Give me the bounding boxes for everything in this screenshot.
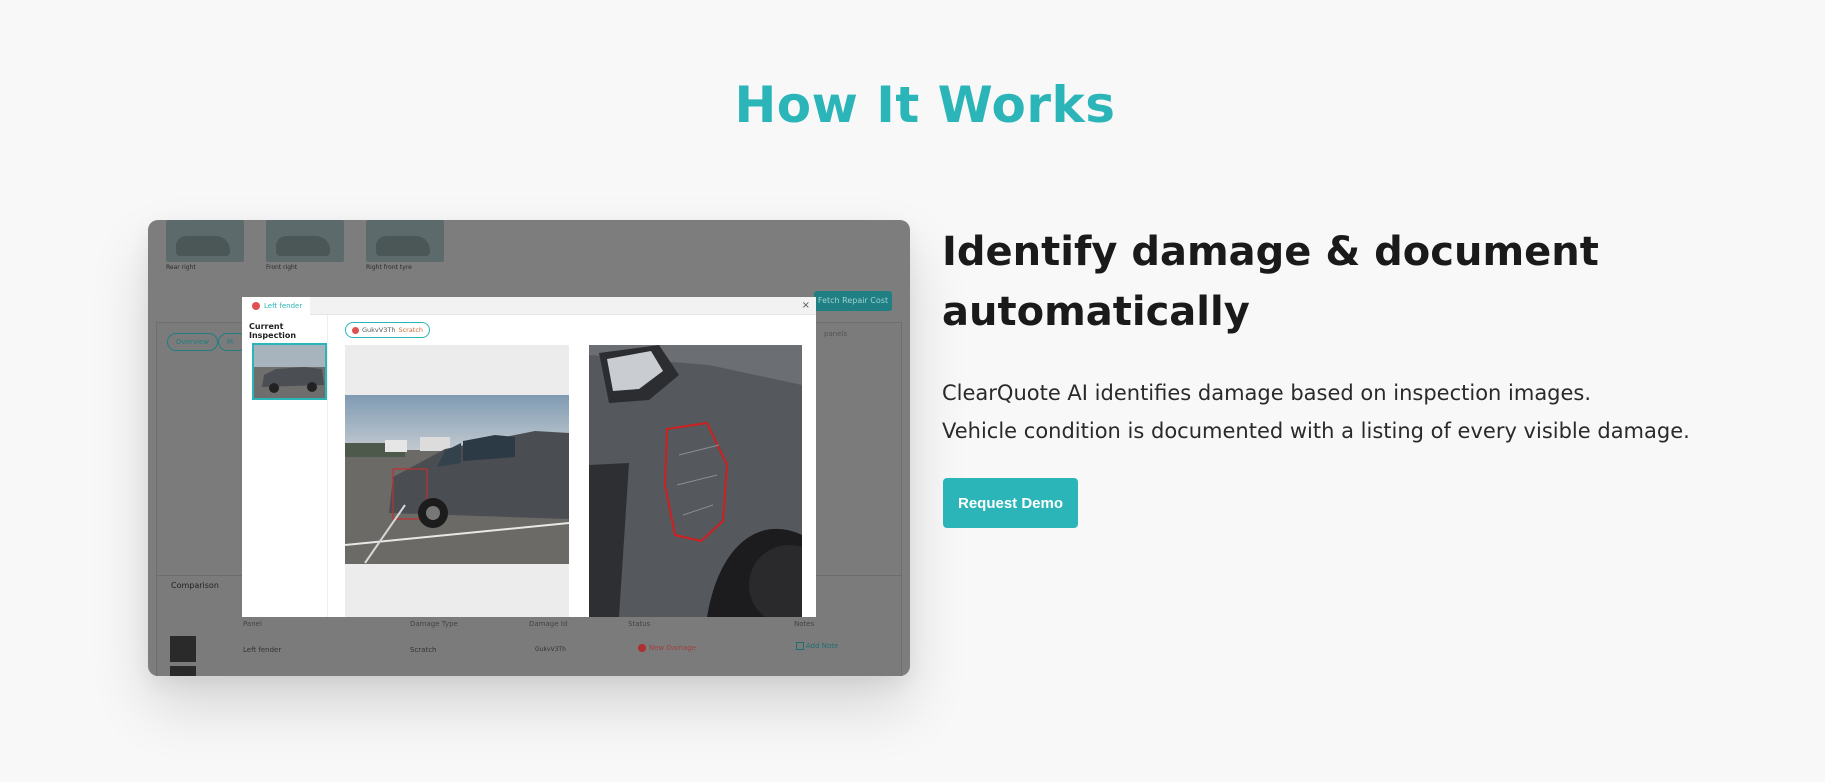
panels-label: panels [824,330,848,338]
thumbnail-label: Rear right [166,264,196,271]
full-vehicle-photo [345,395,569,564]
fetch-repair-cost-button: Fetch Repair Cost [814,291,892,311]
app-screenshot: Rear right Front right Right front tyre … [148,220,910,676]
close-icon: × [801,300,810,311]
feature-description: ClearQuote AI identifies damage based on… [942,374,1782,450]
table-header-damage-type: Damage Type [410,620,458,628]
feature-heading: Identify damage & document automatically [942,229,1599,335]
table-row-thumbnail [170,666,196,676]
inspection-thumbnail [252,343,327,400]
table-header-panel: Panel [243,620,262,628]
table-header-notes: Notes [794,620,815,628]
damage-modal: Left fender × Current Inspection GukvV3T… [242,297,816,617]
van-thumbnail-image [254,345,325,398]
chip-damage-type: Scratch [398,326,424,334]
section-title: How It Works [734,76,1116,134]
thumbnail-image [266,220,344,262]
table-cell-panel: Left fender [243,646,282,654]
van-photo-image [345,395,569,564]
thumbnail-image [366,220,444,262]
comparison-label: Comparison [171,581,219,590]
full-vehicle-image-panel [345,345,569,617]
damage-closeup-image-panel [589,345,802,617]
table-cell-damage-type: Scratch [410,646,437,654]
tab-overview: Overview [167,333,218,351]
thumbnail-strip: Rear right Front right Right front tyre [166,220,444,271]
modal-header: Left fender × [242,297,816,315]
table-row-thumbnail [170,636,196,662]
damage-dot-icon [252,302,260,310]
current-inspection-label: Current Inspection [249,322,297,340]
modal-tab-left-fender: Left fender [242,297,311,315]
fender-closeup-image [589,345,802,617]
thumbnail-label: Front right [266,264,298,271]
description-line: ClearQuote AI identifies damage based on… [942,381,1592,405]
table-cell-status: New Damage [638,644,696,652]
inspection-sidebar: Current Inspection [242,315,328,617]
status-dot-icon [638,644,646,652]
chip-damage-id: GukvV3Th [362,326,396,334]
edit-icon [796,642,804,650]
description-line: Vehicle condition is documented with a l… [942,419,1690,443]
table-header-damage-id: Damage Id [529,620,568,628]
table-cell-damage-id: GukvV3Th [535,646,566,653]
thumbnail-label: Right front tyre [366,264,412,271]
damage-dot-icon [352,326,359,334]
modal-tab-label: Left fender [264,302,303,310]
add-note-label: Add Note [806,642,839,650]
request-demo-button[interactable]: Request Demo [943,478,1078,528]
thumbnail-image [166,220,244,262]
table-header-status: Status [628,620,651,628]
status-text: New Damage [649,644,697,652]
thumbnail-item: Right front tyre [366,220,444,271]
thumbnail-item: Rear right [166,220,244,271]
thumbnail-item: Front right [266,220,344,271]
add-note-link: Add Note [796,642,838,650]
damage-chip: GukvV3Th Scratch [345,322,431,338]
